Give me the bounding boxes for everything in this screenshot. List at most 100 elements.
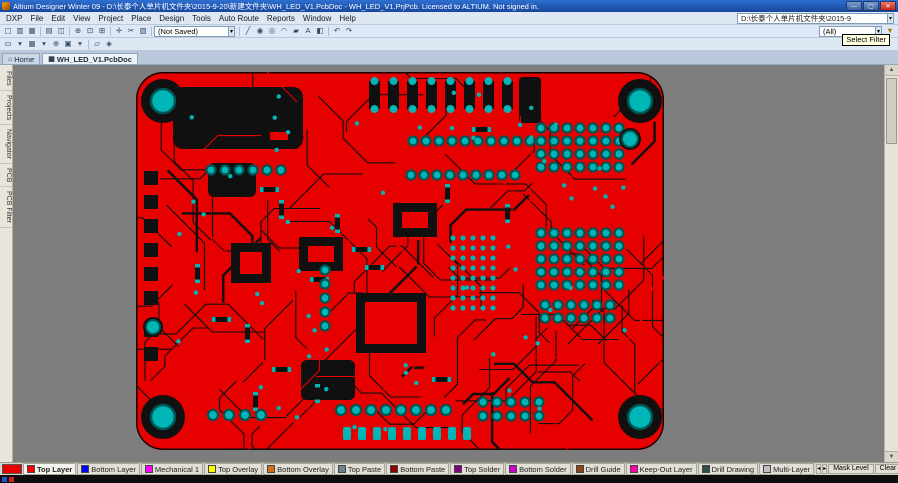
close-button[interactable]: ✕ (880, 1, 896, 11)
layer-tab-bottom-paste[interactable]: Bottom Paste (386, 463, 449, 475)
layer-tab-bottom-overlay[interactable]: Bottom Overlay (263, 463, 333, 475)
menu-edit[interactable]: Edit (47, 14, 69, 23)
arc-icon[interactable]: ◠ (278, 26, 290, 36)
layer-tab-top-overlay[interactable]: Top Overlay (204, 463, 262, 475)
vertical-scrollbar[interactable]: ▲ ▼ (884, 65, 898, 462)
print-preview-icon[interactable]: ◫ (55, 26, 67, 36)
status-bar (0, 475, 898, 483)
cut-icon[interactable]: ✂ (125, 26, 137, 36)
grid-dropdown-icon[interactable]: ▾ (38, 39, 50, 49)
menu-dxp[interactable]: DXP (2, 14, 26, 23)
pcb-canvas[interactable] (13, 65, 884, 462)
menu-view[interactable]: View (69, 14, 94, 23)
layer-color-chip (267, 465, 275, 473)
via-icon[interactable]: ◎ (266, 26, 278, 36)
menu-design[interactable]: Design (155, 14, 188, 23)
grid-icon[interactable]: ▦ (26, 39, 38, 49)
fill-icon[interactable]: ▰ (290, 26, 302, 36)
layer-tab-multi-layer[interactable]: Multi-Layer (759, 463, 814, 475)
saved-state-value: (Not Saved) (158, 27, 226, 36)
workspace: FilesProjectsNavigatorPCBPCB Filter ▲ ▼ (0, 65, 898, 462)
layer-color-chip (576, 465, 584, 473)
layer-tab-label: Bottom Solder (519, 465, 567, 474)
menu-reports[interactable]: Reports (263, 14, 299, 23)
status-icon (9, 477, 14, 482)
layer-tab-keep-out-layer[interactable]: Keep-Out Layer (626, 463, 697, 475)
zoom-fit-icon[interactable]: ⊞ (96, 26, 108, 36)
app-icon (2, 2, 10, 10)
document-path-combo[interactable]: D:\长泰个人单片机文件夹\2015-9 ▾ (737, 13, 894, 24)
open-icon[interactable]: ▥ (14, 26, 26, 36)
panel-tab-projects[interactable]: Projects (0, 91, 12, 125)
room-icon[interactable]: ▱ (91, 39, 103, 49)
component-icon[interactable]: ◧ (314, 26, 326, 36)
menu-file[interactable]: File (26, 14, 47, 23)
chevron-down-icon[interactable]: ▾ (228, 27, 234, 36)
menu-help[interactable]: Help (335, 14, 359, 23)
layer-tab-label: Bottom Layer (91, 465, 136, 474)
main-toolbar: ▢▥▦▤◫⊕⊡⊞✛✂▧(Not Saved)▾╱◉◎◠▰A◧↶↷ (All) ▾… (0, 25, 898, 38)
clipboard-icon[interactable]: ▧ (137, 26, 149, 36)
panel-tab-navigator[interactable]: Navigator (0, 125, 12, 164)
layer-tab-label: Top Solder (464, 465, 500, 474)
snap-dropdown-icon[interactable]: ▾ (74, 39, 86, 49)
home-icon: ⌂ (8, 56, 12, 63)
interactive-routing-icon[interactable]: ╱ (242, 26, 254, 36)
undo-icon[interactable]: ↶ (331, 26, 343, 36)
layer-tab-drill-guide[interactable]: Drill Guide (572, 463, 625, 475)
layer-tab-drill-drawing[interactable]: Drill Drawing (698, 463, 759, 475)
cross-probe-icon[interactable]: ✛ (113, 26, 125, 36)
clear-button[interactable]: Clear (875, 464, 898, 474)
saved-state-combo[interactable]: (Not Saved)▾ (154, 26, 235, 37)
layer-tab-bottom-solder[interactable]: Bottom Solder (505, 463, 571, 475)
menu-auto-route[interactable]: Auto Route (215, 14, 263, 23)
scroll-up-icon[interactable]: ▲ (885, 65, 898, 76)
redo-icon[interactable]: ↷ (343, 26, 355, 36)
layer-tab-top-paste[interactable]: Top Paste (334, 463, 385, 475)
layer-color-chip (763, 465, 771, 473)
layer-tab-top-layer[interactable]: Top Layer (23, 463, 76, 475)
save-icon[interactable]: ▦ (26, 26, 38, 36)
chevron-down-icon[interactable]: ▾ (887, 14, 893, 23)
maximize-button[interactable]: ▢ (863, 1, 879, 11)
new-document-icon[interactable]: ▢ (2, 26, 14, 36)
pad-icon[interactable]: ◉ (254, 26, 266, 36)
zoom-in-icon[interactable]: ⊕ (72, 26, 84, 36)
print-icon[interactable]: ▤ (43, 26, 55, 36)
menu-project[interactable]: Project (94, 14, 127, 23)
layer-color-chip (208, 465, 216, 473)
pcb-drawing (13, 65, 884, 462)
doc-tab-wh-led-v1-pcbdoc[interactable]: ▦WH_LED_V1.PcbDoc (42, 53, 138, 64)
scrollbar-thumb[interactable] (886, 78, 897, 144)
menu-window[interactable]: Window (299, 14, 335, 23)
layer-tab-label: Bottom Paste (400, 465, 445, 474)
panel-tab-files[interactable]: Files (0, 67, 12, 91)
layer-tab-mechanical-1[interactable]: Mechanical 1 (141, 463, 203, 475)
scroll-down-icon[interactable]: ▼ (885, 451, 898, 462)
panel-tabs: FilesProjectsNavigatorPCBPCB Filter (0, 65, 13, 462)
doc-tab-label: WH_LED_V1.PcbDoc (57, 55, 132, 64)
layer-tab-top-solder[interactable]: Top Solder (450, 463, 504, 475)
layer-scroll-right-icon[interactable]: ▸ (822, 464, 827, 474)
doc-tab-home[interactable]: ⌂Home (2, 53, 40, 64)
layer-tab-label: Top Overlay (218, 465, 258, 474)
panel-tab-pcb-filter[interactable]: PCB Filter (0, 187, 12, 228)
board-shape-icon[interactable]: ▭ (2, 39, 14, 49)
layer-tab-bottom-layer[interactable]: Bottom Layer (77, 463, 140, 475)
status-icon (2, 477, 7, 482)
board-shape-dropdown-icon[interactable]: ▾ (14, 39, 26, 49)
string-icon[interactable]: A (302, 26, 314, 36)
mask-level-button[interactable]: Mask Level (828, 464, 873, 474)
doc-tab-label: Home (14, 55, 34, 64)
union-icon[interactable]: ◈ (103, 39, 115, 49)
layer-bar: Top Layer Bottom Layer Mechanical 1 Top Ove… (0, 462, 898, 475)
panel-tab-pcb[interactable]: PCB (0, 164, 12, 187)
menu-tools[interactable]: Tools (188, 14, 215, 23)
minimize-button[interactable]: — (846, 1, 862, 11)
snap-icon[interactable]: ▣ (62, 39, 74, 49)
menu-place[interactable]: Place (127, 14, 155, 23)
layer-scroll-left-icon[interactable]: ◂ (816, 464, 821, 474)
zoom-area-icon[interactable]: ⊡ (84, 26, 96, 36)
layer-tab-label: Bottom Overlay (277, 465, 329, 474)
origin-icon[interactable]: ⊕ (50, 39, 62, 49)
